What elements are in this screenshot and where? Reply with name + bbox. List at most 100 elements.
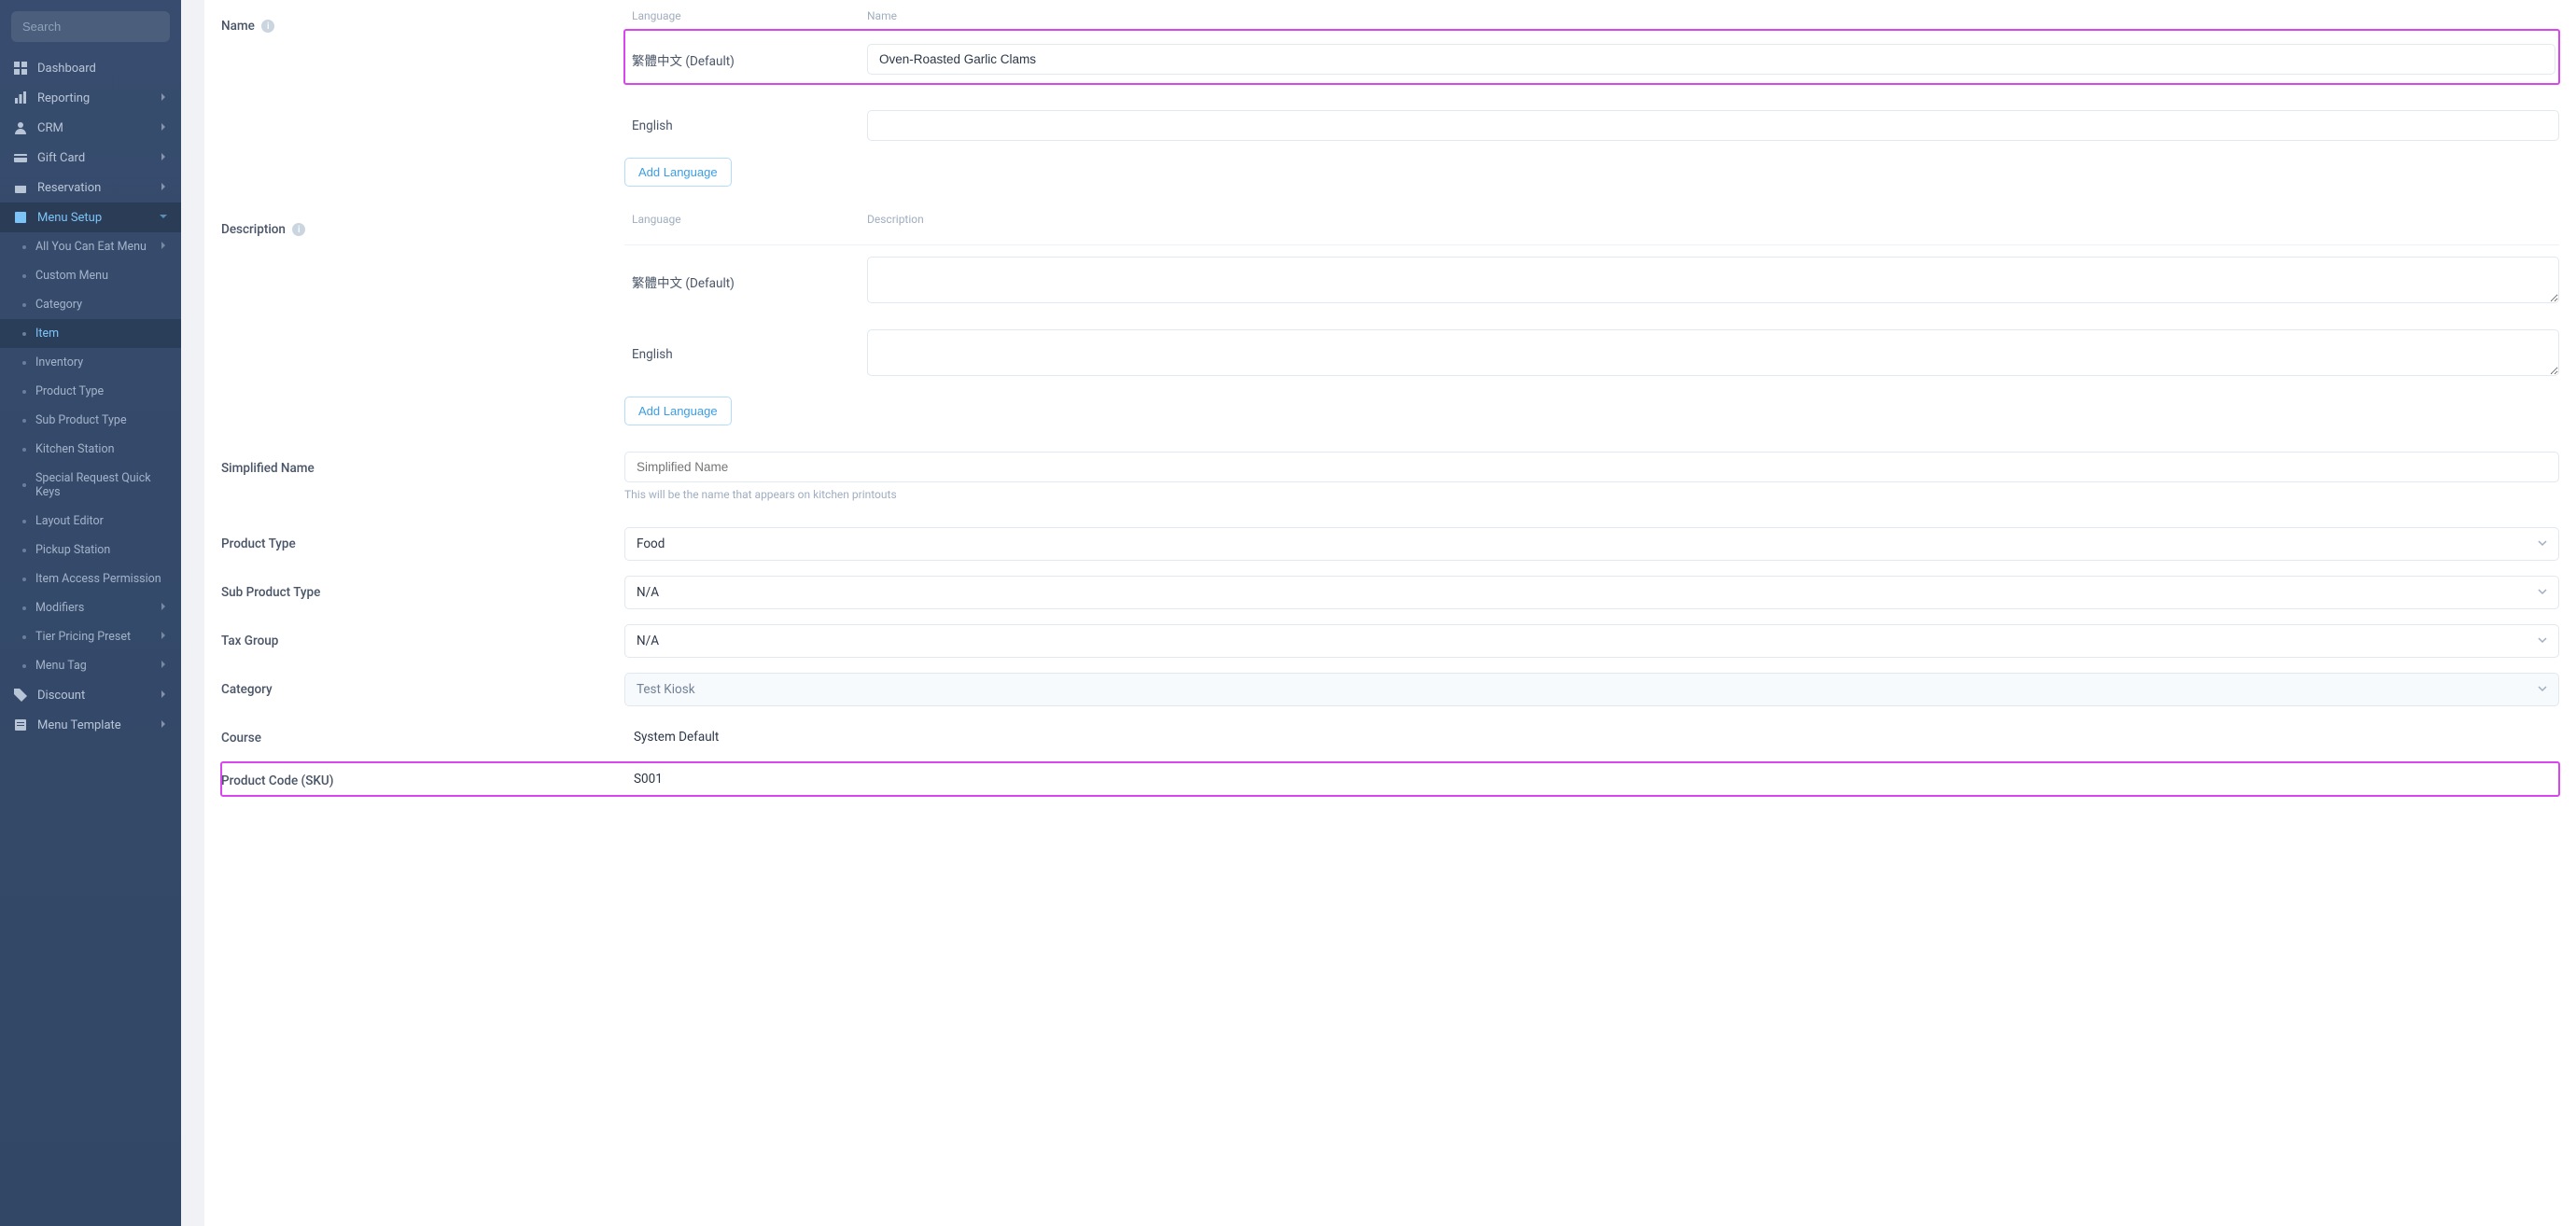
course-label: Course: [221, 721, 624, 745]
sidebar-sub-item[interactable]: Item: [0, 319, 181, 348]
sub-product-type-label: Sub Product Type: [221, 576, 624, 600]
sidebar-item-label: Pickup Station: [35, 543, 110, 557]
chevron-down-icon: [159, 211, 168, 225]
sidebar-item-crm[interactable]: CRM: [0, 113, 181, 143]
language-cell: English: [624, 118, 867, 133]
sidebar-item-label: Product Type: [35, 384, 104, 398]
tax-group-label: Tax Group: [221, 624, 624, 648]
template-icon: [13, 717, 28, 732]
sidebar-sub-menutag[interactable]: Menu Tag: [0, 651, 181, 680]
sidebar-item-reporting[interactable]: Reporting: [0, 83, 181, 113]
sidebar: Dashboard Reporting CRM Gift Card Reserv…: [0, 0, 181, 1226]
sidebar-item-label: Modifiers: [35, 601, 84, 615]
sidebar-item-label: CRM: [37, 121, 63, 135]
sub-product-type-select[interactable]: N/A: [624, 576, 2559, 609]
sidebar-item-label: Special Request Quick Keys: [35, 471, 168, 499]
language-cell: 繁體中文 (Default): [624, 272, 867, 291]
menu-icon: [13, 210, 28, 225]
description-label: Description i: [221, 213, 624, 237]
category-select[interactable]: Test Kiosk: [624, 673, 2559, 706]
name-label: Name i: [221, 9, 624, 34]
desc-input-default[interactable]: [867, 257, 2559, 303]
sidebar-item-menutemplate[interactable]: Menu Template: [0, 710, 181, 740]
info-icon: i: [261, 20, 274, 33]
sidebar-item-dashboard[interactable]: Dashboard: [0, 53, 181, 83]
add-language-button[interactable]: Add Language: [624, 397, 732, 425]
sidebar-sub-inventory[interactable]: Inventory: [0, 348, 181, 377]
sidebar-item-discount[interactable]: Discount: [0, 680, 181, 710]
sidebar-item-label: Dashboard: [37, 62, 96, 76]
sidebar-sub-layouteditor[interactable]: Layout Editor: [0, 507, 181, 536]
sidebar-item-label: Category: [35, 298, 82, 312]
sidebar-item-label: Kitchen Station: [35, 442, 115, 456]
sidebar-sub-subproducttype[interactable]: Sub Product Type: [0, 406, 181, 435]
chevron-right-icon: [159, 151, 168, 165]
sidebar-item-label: All You Can Eat Menu: [35, 240, 147, 254]
sidebar-sub-category[interactable]: Category: [0, 290, 181, 319]
chevron-right-icon: [159, 121, 168, 135]
sidebar-sub-aycemenu[interactable]: All You Can Eat Menu: [0, 232, 181, 261]
sidebar-item-reservation[interactable]: Reservation: [0, 173, 181, 202]
sidebar-sub-quickkeys[interactable]: Special Request Quick Keys: [0, 464, 181, 507]
sidebar-item-label: Reporting: [37, 91, 90, 105]
sidebar-sub-modifiers[interactable]: Modifiers: [0, 593, 181, 622]
sidebar-item-label: Layout Editor: [35, 514, 104, 528]
sku-value[interactable]: S001: [624, 768, 2559, 790]
chevron-right-icon: [159, 718, 168, 732]
language-cell: English: [624, 347, 867, 362]
chevron-right-icon: [159, 240, 168, 254]
sidebar-sub-custommenu[interactable]: Custom Menu: [0, 261, 181, 290]
chevron-down-icon: [2538, 682, 2547, 697]
chevron-down-icon: [2538, 634, 2547, 648]
table-header-name: Name: [867, 9, 2559, 22]
table-header-language: Language: [624, 213, 867, 226]
chevron-right-icon: [159, 689, 168, 703]
dashboard-icon: [13, 61, 28, 76]
simplified-name-input[interactable]: [624, 452, 2559, 482]
sidebar-item-label: Menu Setup: [37, 211, 102, 225]
chevron-right-icon: [159, 601, 168, 615]
course-select[interactable]: System Default: [624, 721, 2559, 753]
sidebar-item-label: Inventory: [35, 355, 83, 369]
chart-icon: [13, 91, 28, 105]
helper-text: This will be the name that appears on ki…: [624, 488, 2559, 501]
sku-label: Product Code (SKU): [221, 770, 624, 788]
sidebar-item-label: Menu Template: [37, 718, 121, 732]
name-input-english[interactable]: [867, 110, 2559, 141]
chevron-right-icon: [159, 181, 168, 195]
add-language-button[interactable]: Add Language: [624, 158, 732, 187]
product-type-select[interactable]: Food: [624, 527, 2559, 561]
sidebar-sub-producttype[interactable]: Product Type: [0, 377, 181, 406]
simplified-name-label: Simplified Name: [221, 452, 624, 476]
tax-group-select[interactable]: N/A: [624, 624, 2559, 658]
sidebar-sub-tierpricing[interactable]: Tier Pricing Preset: [0, 622, 181, 651]
sidebar-item-label: Menu Tag: [35, 659, 87, 673]
sidebar-sub-pickupstation[interactable]: Pickup Station: [0, 536, 181, 564]
sidebar-item-label: Tier Pricing Preset: [35, 630, 131, 644]
sidebar-item-label: Item Access Permission: [35, 572, 161, 586]
sidebar-item-label: Reservation: [37, 181, 101, 195]
name-row-default: 繁體中文 (Default): [624, 30, 2559, 84]
name-input-default[interactable]: [867, 44, 2555, 75]
info-icon: i: [292, 223, 305, 236]
chevron-right-icon: [159, 630, 168, 644]
product-type-label: Product Type: [221, 527, 624, 551]
sidebar-sub-kitchenstation[interactable]: Kitchen Station: [0, 435, 181, 464]
calendar-icon: [13, 180, 28, 195]
sidebar-item-menusetup[interactable]: Menu Setup: [0, 202, 181, 232]
sidebar-sub-itemaccess[interactable]: Item Access Permission: [0, 564, 181, 593]
user-icon: [13, 120, 28, 135]
sidebar-item-label: Discount: [37, 689, 85, 703]
sidebar-item-label: Custom Menu: [35, 269, 108, 283]
category-label: Category: [221, 673, 624, 697]
desc-input-english[interactable]: [867, 329, 2559, 376]
desc-row-english: English: [624, 318, 2559, 380]
card-icon: [13, 150, 28, 165]
desc-row-default: 繁體中文 (Default): [624, 244, 2559, 307]
sidebar-item-label: Sub Product Type: [35, 413, 127, 427]
sidebar-item-giftcard[interactable]: Gift Card: [0, 143, 181, 173]
tag-icon: [13, 688, 28, 703]
chevron-down-icon: [2538, 536, 2547, 551]
chevron-right-icon: [159, 91, 168, 105]
search-input[interactable]: [11, 11, 170, 42]
